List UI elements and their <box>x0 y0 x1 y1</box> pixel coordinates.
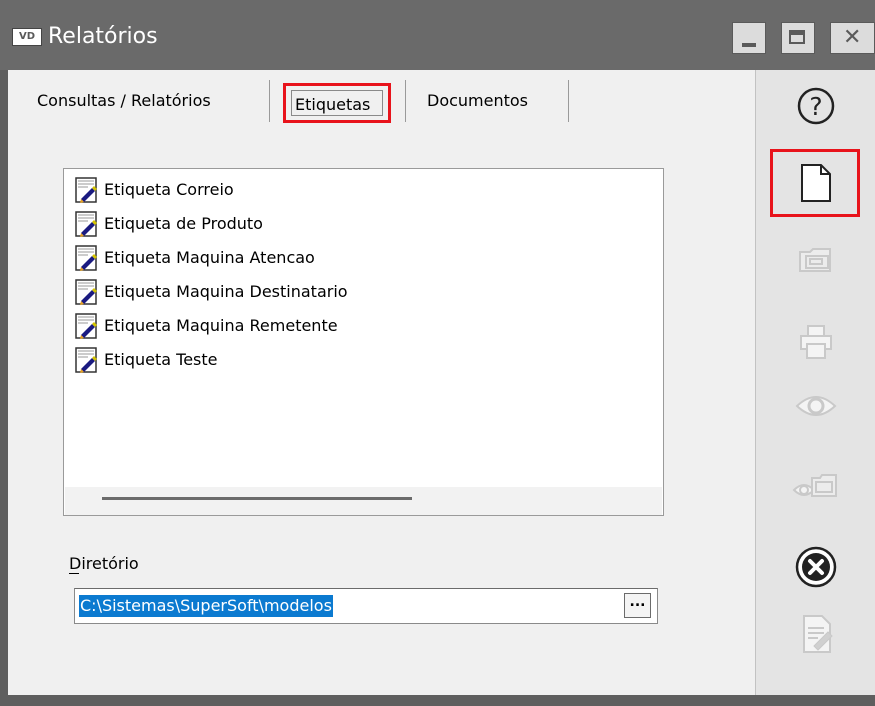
app-icon: VD <box>12 28 42 46</box>
list-item-label: Etiqueta Maquina Atencao <box>104 248 315 267</box>
label-document-icon <box>75 313 97 339</box>
list-item-label: Etiqueta Teste <box>104 350 218 369</box>
label-document-icon <box>75 245 97 271</box>
preview-folder-button[interactable] <box>776 456 856 516</box>
open-button[interactable] <box>776 230 856 290</box>
list-item-label: Etiqueta Correio <box>104 180 234 199</box>
label-document-icon <box>75 177 97 203</box>
new-button[interactable] <box>776 153 856 213</box>
directory-label: Diretório <box>69 554 139 573</box>
window-frame-bottom <box>0 695 875 706</box>
tab-consultas-relatorios[interactable]: Consultas / Relatórios <box>37 90 211 112</box>
list-item-label: Etiqueta Maquina Destinatario <box>104 282 348 301</box>
directory-value: C:\Sistemas\SuperSoft\modelos <box>79 595 333 617</box>
close-icon: ✕ <box>843 25 862 50</box>
eye-folder-icon <box>792 474 837 497</box>
tab-separator <box>269 80 270 122</box>
title-bar: VD Relatórios ✕ <box>0 0 875 70</box>
label-document-icon <box>75 279 97 305</box>
report-list[interactable]: Etiqueta Correio Etiqueta de Produto Eti… <box>63 168 664 516</box>
scrollbar-thumb[interactable] <box>102 497 412 500</box>
directory-input[interactable]: C:\Sistemas\SuperSoft\modelos ... <box>74 588 658 624</box>
browse-button[interactable]: ... <box>624 593 651 618</box>
close-circle-icon <box>795 546 837 588</box>
window-frame-left <box>0 70 8 695</box>
list-item-label: Etiqueta Maquina Remetente <box>104 316 338 335</box>
tab-separator <box>568 80 569 122</box>
question-circle-icon: ? <box>797 87 835 125</box>
label-document-icon <box>75 211 97 237</box>
minimize-button[interactable] <box>732 22 766 54</box>
folder-open-icon <box>799 248 831 272</box>
list-item-label: Etiqueta de Produto <box>104 214 263 233</box>
edit-button[interactable] <box>776 604 856 664</box>
horizontal-scrollbar[interactable] <box>65 487 662 515</box>
help-button[interactable]: ? <box>776 76 856 136</box>
print-button[interactable] <box>776 312 856 372</box>
printer-icon <box>800 325 832 359</box>
close-window-button[interactable]: ✕ <box>830 22 875 54</box>
cancel-button[interactable] <box>776 537 856 597</box>
list-item[interactable]: Etiqueta Maquina Destinatario <box>72 277 348 307</box>
label-document-icon <box>75 347 97 373</box>
list-item[interactable]: Etiqueta Correio <box>72 175 234 205</box>
accelerator-underline <box>69 573 79 574</box>
tab-documentos[interactable]: Documentos <box>427 90 528 112</box>
tab-separator <box>405 80 406 122</box>
list-item[interactable]: Etiqueta Maquina Remetente <box>72 311 338 341</box>
tab-etiquetas[interactable]: Etiquetas <box>295 94 370 116</box>
list-item[interactable]: Etiqueta Maquina Atencao <box>72 243 315 273</box>
svg-text:?: ? <box>809 92 822 121</box>
edit-document-icon <box>803 615 833 653</box>
list-item[interactable]: Etiqueta Teste <box>72 345 217 375</box>
eye-icon <box>795 396 837 416</box>
action-sidebar: ? <box>755 70 875 695</box>
window-title: Relatórios <box>48 24 158 49</box>
maximize-button[interactable] <box>781 22 815 54</box>
blank-document-icon <box>801 164 831 202</box>
preview-button[interactable] <box>776 376 856 436</box>
list-item[interactable]: Etiqueta de Produto <box>72 209 263 239</box>
